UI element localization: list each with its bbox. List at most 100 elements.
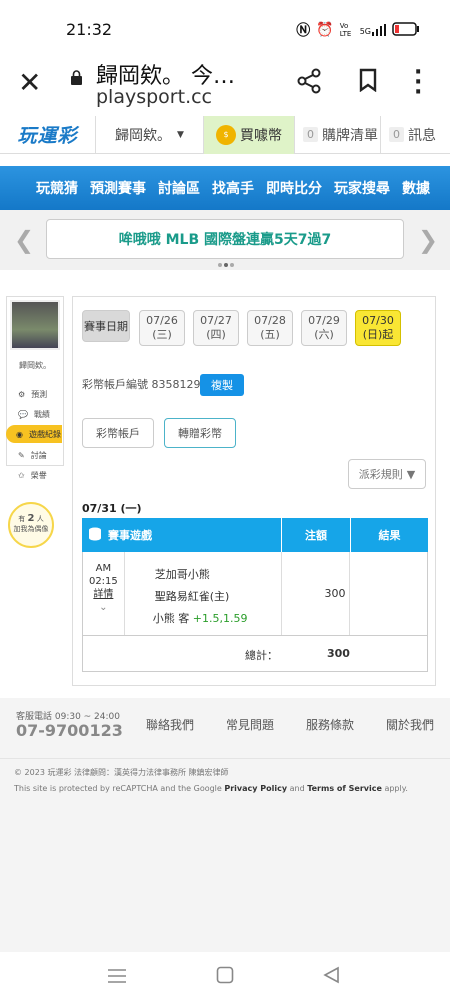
battery-icon: [392, 21, 420, 39]
gear-icon: ⚙: [18, 389, 26, 399]
status-icons: Ⓝ ⏰ Vo LTE 5G: [296, 20, 420, 40]
caret-down-icon: ▼: [177, 129, 184, 140]
copy-button[interactable]: 複製: [200, 374, 244, 396]
home-icon[interactable]: [216, 966, 234, 984]
hotline-number[interactable]: 07-9700123: [16, 721, 123, 740]
menu-icon[interactable]: [108, 968, 126, 984]
carousel-dots: [218, 263, 234, 267]
menu-item-data[interactable]: 數據: [402, 178, 430, 198]
stake-cell: 300: [282, 552, 351, 635]
result-cell: [350, 552, 427, 635]
buy-coin-button[interactable]: $ 買噱幣: [204, 115, 294, 154]
game-date: 07/31 (一): [82, 502, 142, 515]
sidebar-item-record[interactable]: 💬 戰績: [8, 405, 64, 423]
back-icon[interactable]: [322, 966, 340, 984]
share-icon[interactable]: [296, 68, 322, 94]
matchup-cell: 芝加哥小熊 聖路易紅雀(主) 小熊 客 +1.5,1.59: [125, 552, 282, 635]
copyright-text: © 2023 玩運彩 法律顧問：漢英得力法律事務所 陳鎮宏律師: [14, 768, 229, 777]
footer-link-about[interactable]: 關於我們: [386, 716, 434, 733]
table-row: AM 02:15 詳情 ⌄ 芝加哥小熊 聖路易紅雀(主) 小熊 客 +1.5,1…: [82, 552, 428, 636]
user-menu[interactable]: 歸岡欸。 ▼: [96, 115, 204, 154]
database-icon: [88, 527, 102, 544]
total-value: 300: [327, 647, 350, 660]
game-time-cell: AM 02:15 詳情 ⌄: [83, 552, 125, 635]
col-game: 賽事遊戲: [82, 518, 282, 552]
menu-item-forum[interactable]: 討論區: [158, 178, 200, 198]
date-button[interactable]: 07/26 (三): [139, 310, 185, 346]
avatar[interactable]: [10, 300, 60, 350]
main-menu: 玩競猜 預測賽事 討論區 找高手 即時比分 玩家搜尋 數據: [0, 166, 450, 210]
footer-link-terms[interactable]: 服務條款: [306, 716, 354, 733]
nfc-icon: Ⓝ: [296, 23, 311, 39]
payout-rules-dropdown[interactable]: 派彩規則 ▼: [348, 459, 426, 489]
away-team: 芝加哥小熊: [154, 568, 210, 581]
fans-count: 2: [27, 513, 35, 524]
detail-link[interactable]: 詳情: [83, 588, 124, 601]
col-result: 結果: [378, 529, 401, 542]
url-text[interactable]: playsport.cc: [96, 86, 212, 108]
privacy-link[interactable]: Privacy Policy: [224, 784, 287, 793]
chevron-left-icon[interactable]: ❮: [14, 226, 34, 254]
coin-icon: $: [216, 124, 236, 145]
cart-count: 0: [303, 127, 318, 142]
home-team: 聖路易紅雀(主): [154, 590, 230, 603]
table-header: 賽事遊戲 注額 結果: [82, 518, 428, 552]
sidebar-item-discuss[interactable]: ✎ 討論: [8, 446, 64, 464]
chevron-right-icon[interactable]: ❯: [418, 226, 438, 254]
messages-label: 訊息: [408, 127, 436, 144]
chevron-down-icon[interactable]: ⌄: [83, 601, 124, 614]
date-button[interactable]: 07/29 (六): [301, 310, 347, 346]
tab-transfer-coins[interactable]: 轉贈彩幣: [164, 418, 236, 448]
sidebar-item-honor[interactable]: ✩ 榮譽: [8, 466, 64, 484]
date-button-selected[interactable]: 07/30 (日)起: [355, 310, 401, 346]
username: 歸岡欸。: [115, 127, 172, 144]
site-header: 玩運彩 歸岡欸。 ▼ $ 買噱幣 0 購牌清單 0 訊息: [0, 115, 450, 154]
terms-link[interactable]: Terms of Service: [307, 784, 382, 793]
sidebar-item-game-history[interactable]: ◉ 遊戲紀錄: [6, 425, 62, 443]
messages-link[interactable]: 0 訊息: [380, 115, 450, 154]
footer-link-contact[interactable]: 聯絡我們: [146, 716, 194, 733]
menu-item-play[interactable]: 玩競猜: [36, 178, 78, 198]
buy-coin-label: 買噱幣: [240, 127, 282, 144]
sidebar-username: 歸岡欸。: [19, 361, 51, 370]
sidebar-item-predict[interactable]: ⚙ 預測: [8, 385, 64, 403]
cart-label: 購牌清單: [322, 127, 378, 144]
pencil-icon: ✎: [18, 450, 25, 460]
volte-icon: Vo LTE: [339, 22, 352, 38]
star-icon: ✩: [18, 470, 25, 480]
date-label: 賽事日期: [82, 310, 130, 342]
date-button[interactable]: 07/28 (五): [247, 310, 293, 346]
menu-item-live-score[interactable]: 即時比分: [266, 178, 322, 198]
alarm-icon: ⏰: [316, 22, 334, 38]
tab-coin-account[interactable]: 彩幣帳戶: [82, 418, 154, 448]
bookmark-icon[interactable]: [358, 68, 378, 92]
chat-icon: 💬: [18, 409, 28, 419]
more-options-icon[interactable]: · · ·: [414, 62, 422, 104]
promo-banner[interactable]: 哞哦哦 MLB 國際盤連贏5天7過7: [46, 219, 404, 259]
date-button[interactable]: 07/27 (四): [193, 310, 239, 346]
site-logo[interactable]: 玩運彩: [0, 115, 96, 154]
menu-item-experts[interactable]: 找高手: [212, 178, 254, 198]
account-number: 彩幣帳戶編號 83581298: [82, 378, 208, 391]
clock: 21:32: [66, 20, 113, 39]
messages-count: 0: [389, 127, 404, 142]
caret-down-icon: ▼: [406, 467, 416, 481]
footer: 客服電話 09:30 ~ 24:00 07-9700123 聯絡我們 常見問題 …: [0, 698, 450, 758]
cart-link[interactable]: 0 購牌清單: [294, 115, 380, 154]
total-row: 總計： 300: [82, 636, 428, 672]
recaptcha-text: This site is protected by reCAPTCHA and …: [14, 784, 408, 793]
menu-item-predict[interactable]: 預測賽事: [90, 178, 146, 198]
col-stake: 注額: [282, 518, 351, 552]
circle-icon: ◉: [16, 429, 23, 439]
status-bar: 21:32 Ⓝ ⏰ Vo LTE 5G: [0, 0, 450, 58]
pick: 小熊 客 +1.5,1.59: [152, 612, 248, 625]
footer-link-faq[interactable]: 常見問題: [226, 716, 274, 733]
lock-icon: [71, 70, 82, 85]
5g-signal-icon: 5G: [360, 24, 386, 36]
close-icon[interactable]: ✕: [18, 66, 41, 99]
browser-toolbar: ✕ 歸岡欸。 今… playsport.cc · · ·: [0, 58, 450, 116]
menu-item-player-search[interactable]: 玩家搜尋: [334, 178, 390, 198]
system-nav-bar: [0, 952, 450, 1000]
total-label: 總計：: [245, 649, 278, 662]
fans-bulb[interactable]: 有 2 人加我為偶像: [8, 502, 54, 548]
